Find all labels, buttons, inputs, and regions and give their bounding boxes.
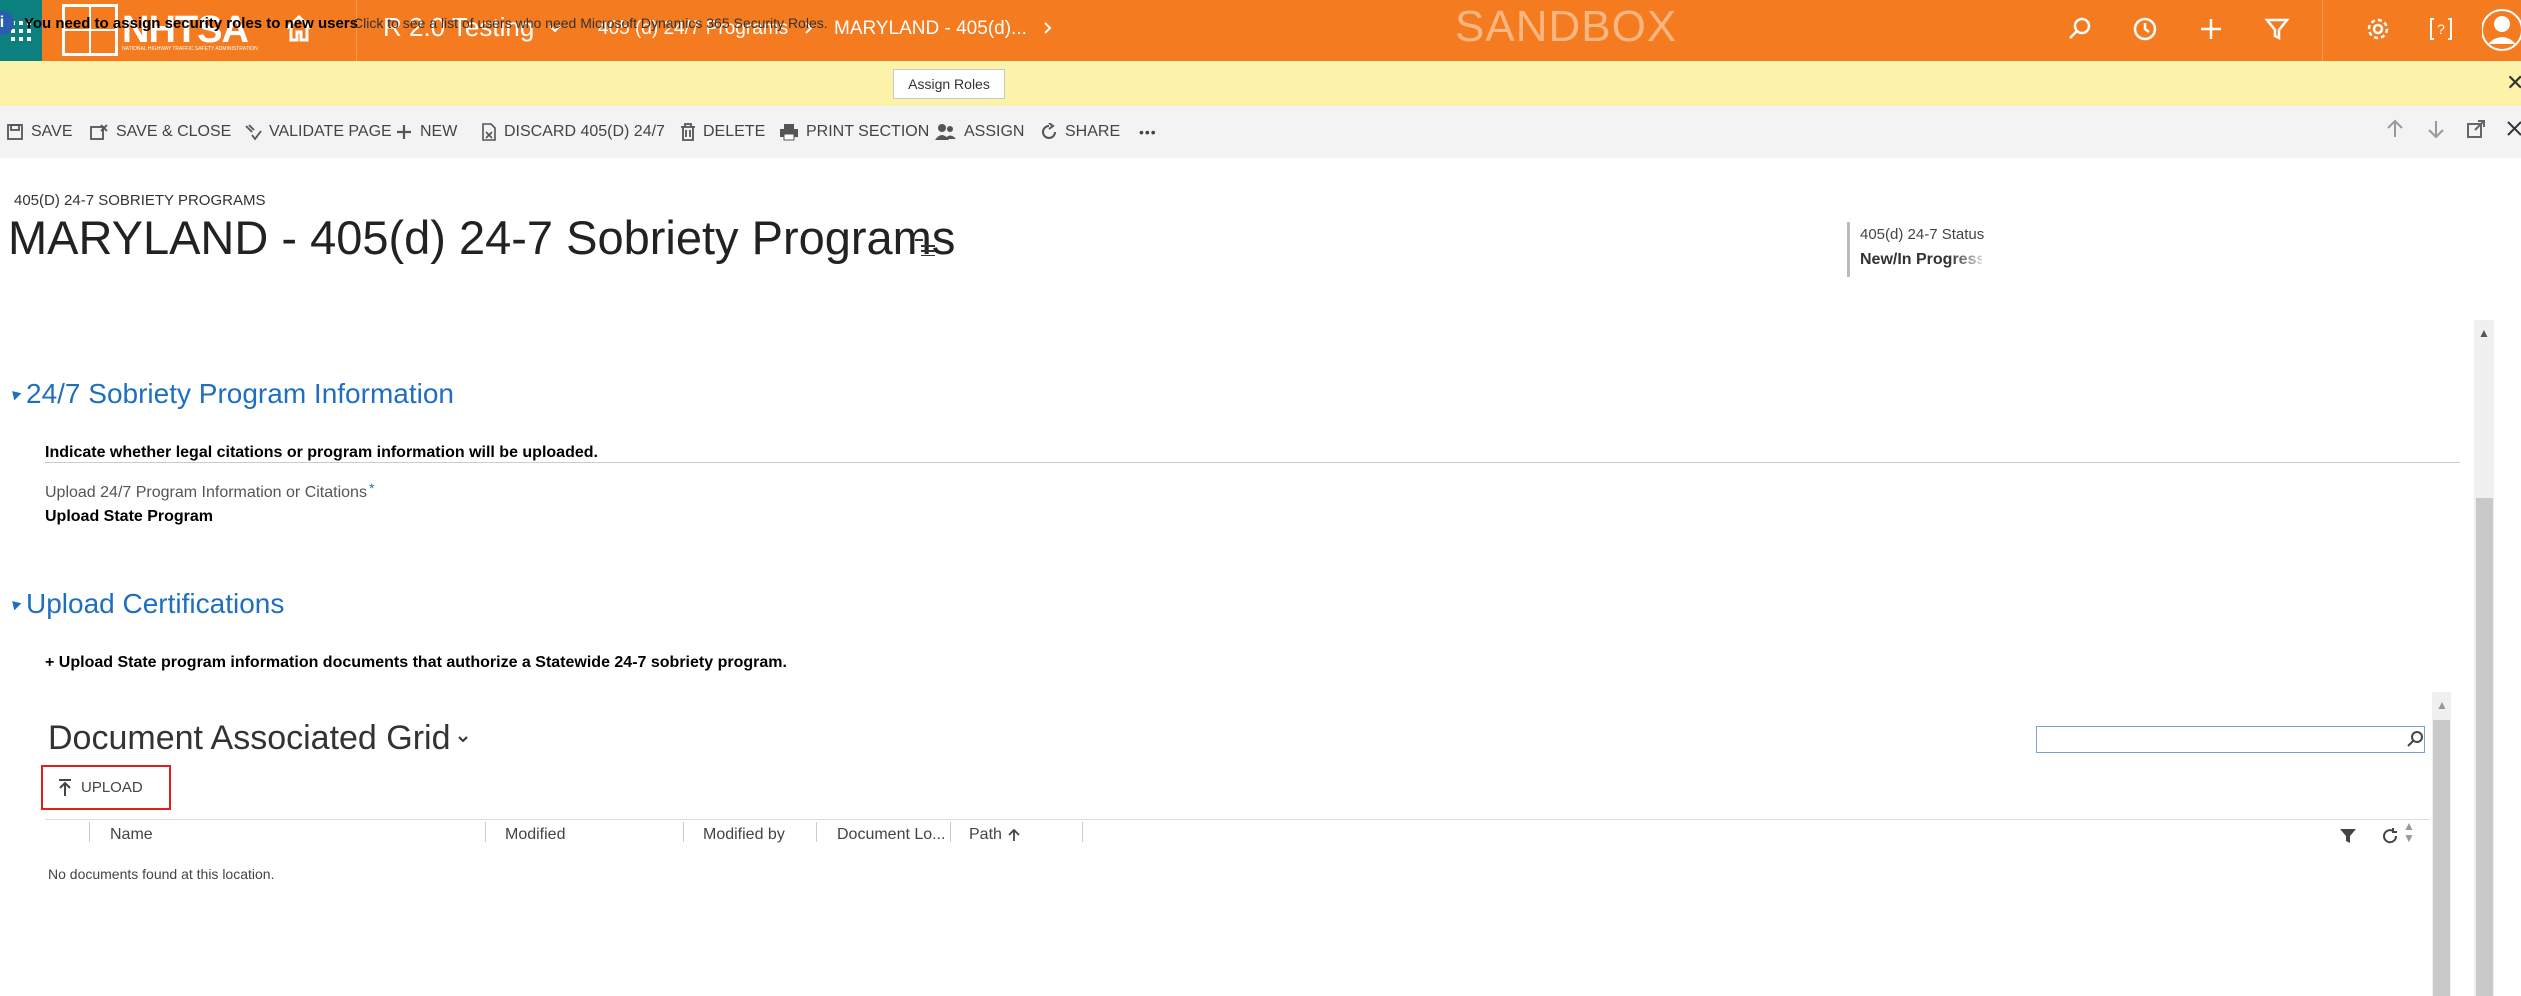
scroll-up-icon[interactable]: ▲ xyxy=(2436,698,2448,712)
notification-message[interactable]: Click to see a list of users who need Mi… xyxy=(353,15,828,31)
chevron-right-icon[interactable] xyxy=(1037,18,1057,43)
chevron-down-icon[interactable] xyxy=(456,732,470,751)
save-close-label: SAVE & CLOSE xyxy=(116,123,232,140)
form-scrollbar-thumb[interactable] xyxy=(2476,498,2493,996)
upload-info-field-label: Upload 24/7 Program Information or Citat… xyxy=(45,484,367,501)
svg-text:?: ? xyxy=(2437,21,2445,37)
save-label: SAVE xyxy=(31,123,73,140)
search-icon[interactable] xyxy=(2067,16,2095,44)
create-new-icon[interactable] xyxy=(2198,16,2226,44)
pop-out-icon[interactable] xyxy=(2465,118,2489,142)
grid-title[interactable]: Document Associated Grid xyxy=(48,719,451,758)
section-sobriety-program-info[interactable]: 24/7 Sobriety Program Information xyxy=(8,378,454,410)
assign-users-icon xyxy=(935,124,956,140)
breadcrumb-record[interactable]: MARYLAND - 405(d)... xyxy=(834,18,1027,40)
assign-roles-button[interactable]: Assign Roles xyxy=(893,69,1005,99)
upload-arrow-icon xyxy=(59,778,71,796)
grid-filter-icon[interactable] xyxy=(2339,827,2357,850)
validate-page-button[interactable]: VALIDATE PAGE xyxy=(244,121,392,143)
grid-search-input[interactable] xyxy=(2036,726,2425,753)
column-separator xyxy=(816,822,817,842)
sort-ascending-icon xyxy=(1008,828,1020,841)
assign-label: ASSIGN xyxy=(964,123,1025,140)
arrow-up-icon[interactable] xyxy=(2384,118,2408,142)
close-icon[interactable]: ✕ xyxy=(2506,70,2521,96)
printer-icon xyxy=(780,124,798,141)
path-label: Path xyxy=(969,826,1002,843)
share-icon xyxy=(1042,123,1056,139)
save-icon xyxy=(7,124,23,140)
discard-button[interactable]: DISCARD 405(D) 24/7 xyxy=(481,121,665,143)
section-divider xyxy=(45,462,2460,463)
advanced-find-filter-icon[interactable] xyxy=(2264,16,2292,44)
column-header-modified-by[interactable]: Modified by xyxy=(703,826,785,844)
column-header-path[interactable]: Path xyxy=(969,826,1021,844)
save-button[interactable]: SAVE xyxy=(6,121,73,143)
section-description: Indicate whether legal citations or prog… xyxy=(45,444,598,461)
collapse-triangle-icon[interactable] xyxy=(8,597,22,611)
logo-subtitle: NATIONAL HIGHWAY TRAFFIC SAFETY ADMINIST… xyxy=(122,46,258,52)
column-header-name[interactable]: Name xyxy=(110,826,153,844)
assign-button[interactable]: ASSIGN xyxy=(935,121,1024,143)
arrow-down-icon[interactable] xyxy=(2425,118,2449,142)
record-title: MARYLAND - 405(d) 24-7 Sobriety Programs xyxy=(8,211,956,264)
section-title[interactable]: Upload Certifications xyxy=(26,588,284,620)
entity-type-label: 405(D) 24-7 SOBRIETY PROGRAMS xyxy=(14,192,266,209)
user-avatar-icon[interactable] xyxy=(2481,4,2521,56)
column-separator xyxy=(485,822,486,842)
required-indicator: * xyxy=(369,480,375,496)
refresh-icon[interactable] xyxy=(2381,827,2399,850)
search-icon[interactable] xyxy=(2405,729,2425,754)
column-separator xyxy=(683,822,684,842)
share-label: SHARE xyxy=(1065,123,1121,140)
column-separator xyxy=(89,822,90,842)
nav-separator xyxy=(2322,0,2323,61)
status-field-label: 405(d) 24-7 Status xyxy=(1860,226,1985,243)
settings-gear-icon[interactable] xyxy=(2365,16,2393,44)
plus-icon xyxy=(397,125,411,139)
new-button[interactable]: NEW xyxy=(395,121,457,143)
help-icon[interactable]: ? xyxy=(2428,16,2456,44)
section-description: + Upload State program information docum… xyxy=(45,654,787,671)
delete-label: DELETE xyxy=(703,123,766,140)
close-record-icon[interactable] xyxy=(2505,118,2521,142)
notification-title: You need to assign security roles to new… xyxy=(24,15,358,32)
share-button[interactable]: SHARE xyxy=(1040,121,1120,143)
status-fade xyxy=(1950,248,1990,272)
save-close-icon xyxy=(90,124,108,140)
empty-grid-message: No documents found at this location. xyxy=(48,866,275,882)
grid-scrollbar-thumb[interactable] xyxy=(2433,720,2450,996)
column-separator xyxy=(1082,822,1083,842)
delete-button[interactable]: DELETE xyxy=(680,121,765,143)
section-upload-certifications[interactable]: Upload Certifications xyxy=(8,588,284,620)
header-field-divider xyxy=(1847,222,1850,277)
column-header-modified[interactable]: Modified xyxy=(505,826,565,844)
print-section-button[interactable]: PRINT SECTION xyxy=(779,121,929,143)
upload-label: UPLOAD xyxy=(81,779,143,796)
scroll-up-icon[interactable]: ▲ xyxy=(2478,326,2490,340)
sandbox-watermark: SANDBOX xyxy=(1455,2,1678,51)
upload-button[interactable]: UPLOAD xyxy=(41,765,171,810)
column-header-document-location[interactable]: Document Lo... xyxy=(837,826,946,844)
collapse-triangle-icon[interactable] xyxy=(8,387,22,401)
section-title[interactable]: 24/7 Sobriety Program Information xyxy=(26,378,454,410)
validate-icon xyxy=(245,124,262,141)
more-commands-button[interactable]: ••• xyxy=(1139,121,1157,143)
grid-header-divider xyxy=(45,819,2430,820)
notification-bar xyxy=(0,61,2521,106)
upload-info-field-value[interactable]: Upload State Program xyxy=(45,508,213,526)
validate-label: VALIDATE PAGE xyxy=(269,123,392,140)
discard-label: DISCARD 405(D) 24/7 xyxy=(504,123,665,140)
recent-history-icon[interactable] xyxy=(2132,16,2160,44)
form-selector-icon[interactable] xyxy=(913,236,937,261)
discard-icon xyxy=(482,123,496,141)
print-label: PRINT SECTION xyxy=(806,123,930,140)
grid-header-scroll-icon[interactable]: ▲ ▼ xyxy=(2403,820,2415,844)
column-separator xyxy=(950,822,951,842)
new-label: NEW xyxy=(420,123,458,140)
save-and-close-button[interactable]: SAVE & CLOSE xyxy=(89,121,231,143)
trash-icon xyxy=(681,123,695,141)
